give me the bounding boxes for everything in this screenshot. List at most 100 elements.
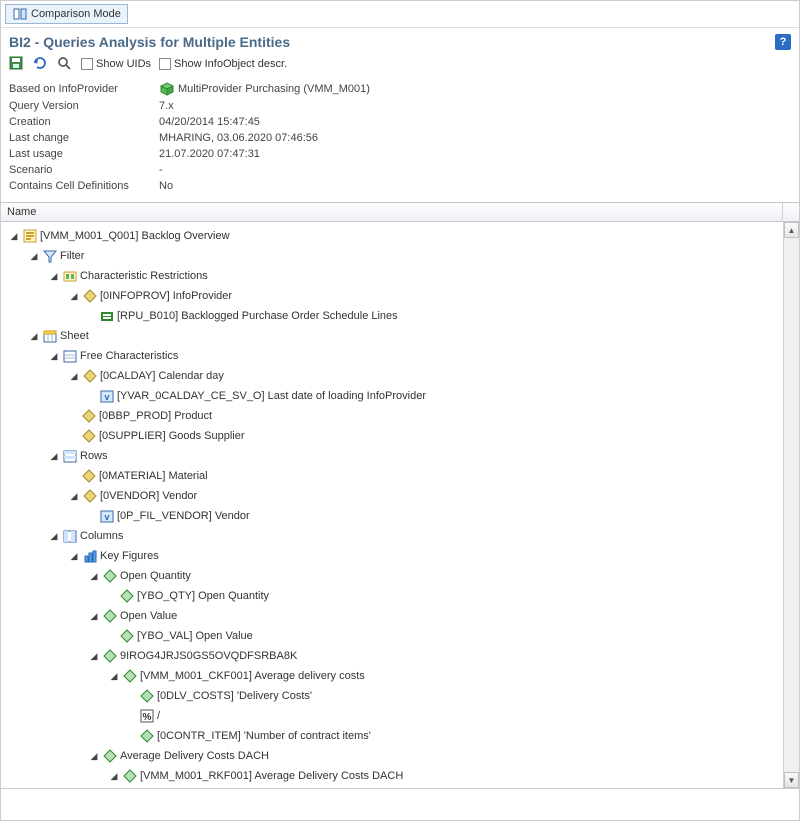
meta-label: Scenario	[9, 164, 159, 176]
key-figure-icon	[139, 729, 154, 743]
collapse-icon[interactable]: ◢	[69, 291, 79, 301]
tree-node[interactable]: [YBO_QTY] Open Quantity	[1, 586, 799, 606]
meta-label: Last usage	[9, 148, 159, 160]
show-infoobject-label: Show InfoObject descr.	[174, 58, 287, 70]
tree-label: [0DLV_COSTS] 'Delivery Costs'	[157, 690, 312, 702]
tree-node[interactable]: [RPU_B010] Backlogged Purchase Order Sch…	[1, 306, 799, 326]
show-infoobject-checkbox[interactable]: Show InfoObject descr.	[159, 58, 287, 70]
tree-node[interactable]: [YBO_VAL] Open Value	[1, 626, 799, 646]
show-uids-checkbox[interactable]: Show UIDs	[81, 58, 151, 70]
columns-icon	[62, 529, 77, 543]
collapse-icon[interactable]: ◢	[49, 451, 59, 461]
formula-icon	[139, 709, 154, 723]
variable-icon	[99, 389, 114, 403]
collapse-icon[interactable]: ◢	[89, 571, 99, 581]
tree-node[interactable]: ◢ Free Characteristics	[1, 346, 799, 366]
page-title: BI2 - Queries Analysis for Multiple Enti…	[9, 34, 290, 50]
collapse-icon[interactable]: ◢	[89, 611, 99, 621]
collapse-icon[interactable]: ◢	[49, 271, 59, 281]
tree-label: Open Value	[120, 610, 177, 622]
meta-value: 04/20/2014 15:47:45	[159, 116, 260, 128]
key-figure-icon	[119, 589, 134, 603]
query-icon	[22, 229, 37, 243]
query-tree: ◢[VMM_M001_Q001] Backlog Overview ◢Filte…	[1, 222, 799, 788]
tree-node[interactable]: ◢[0VENDOR] Vendor	[1, 486, 799, 506]
tree-node[interactable]: [0P_FIL_VENDOR] Vendor	[1, 506, 799, 526]
tree-node[interactable]: [YVAR_0CALDAY_CE_SV_O] Last date of load…	[1, 386, 799, 406]
tree-node[interactable]: [0MATERIAL] Material	[1, 466, 799, 486]
tree-node[interactable]: [0CONTR_ITEM] 'Number of contract items'	[1, 726, 799, 746]
filter-icon	[42, 249, 57, 263]
tree-label: [0BBP_PROD] Product	[99, 410, 212, 422]
tree-node[interactable]: ◢[0INFOPROV] InfoProvider	[1, 286, 799, 306]
tree-node[interactable]: ◢ Open Quantity	[1, 566, 799, 586]
tree-node-columns[interactable]: ◢Columns	[1, 526, 799, 546]
key-figure-icon	[122, 769, 137, 783]
vertical-scrollbar[interactable]: ▲ ▼	[783, 222, 799, 788]
characteristic-icon	[82, 489, 97, 503]
collapse-icon[interactable]: ◢	[49, 351, 59, 361]
tree-label: Filter	[60, 250, 84, 262]
tree-node[interactable]: ◢[VMM_M001_RKF001] Average Delivery Cost…	[1, 766, 799, 786]
tree-label: Free Characteristics	[80, 350, 178, 362]
meta-value: MultiProvider Purchasing (VMM_M001)	[178, 83, 370, 95]
tree-node[interactable]: ◢ Average Delivery Costs DACH	[1, 746, 799, 766]
collapse-icon[interactable]: ◢	[49, 531, 59, 541]
search-icon[interactable]	[57, 56, 73, 72]
tree-node[interactable]: ◢ 9IROG4JRJS0GS5OVQDFSRBA8K	[1, 646, 799, 666]
tree-label: [YBO_QTY] Open Quantity	[137, 590, 269, 602]
collapse-icon[interactable]: ◢	[89, 651, 99, 661]
tree-label: Characteristic Restrictions	[80, 270, 208, 282]
collapse-icon[interactable]: ◢	[9, 231, 19, 241]
help-button[interactable]: ?	[775, 34, 791, 50]
collapse-icon[interactable]: ◢	[109, 771, 119, 781]
meta-value: 7.x	[159, 100, 174, 112]
rows-icon	[62, 449, 77, 463]
column-header-name[interactable]: Name	[1, 203, 783, 221]
collapse-icon[interactable]: ◢	[69, 491, 79, 501]
tree-node-rows[interactable]: ◢Rows	[1, 446, 799, 466]
key-figure-icon	[102, 749, 117, 763]
collapse-icon[interactable]: ◢	[29, 251, 39, 261]
tree-node[interactable]: [0SUPPLIER] Goods Supplier	[1, 426, 799, 446]
tree-node[interactable]: ◢ Characteristic Restrictions	[1, 266, 799, 286]
refresh-icon[interactable]	[33, 56, 49, 72]
tree-node[interactable]: [0BBP_PROD] Product	[1, 406, 799, 426]
collapse-icon[interactable]: ◢	[69, 551, 79, 561]
scroll-up-icon[interactable]: ▲	[784, 222, 799, 238]
save-icon[interactable]	[9, 56, 25, 72]
tree-node[interactable]: ◢ [0CALDAY] Calendar day	[1, 366, 799, 386]
key-figure-icon	[102, 569, 117, 583]
meta-label: Query Version	[9, 100, 159, 112]
collapse-icon[interactable]: ◢	[29, 331, 39, 341]
tree-node-query[interactable]: ◢ [VMM_M001_Q001] Backlog Overview	[1, 226, 799, 246]
tree-label: [0CALDAY] Calendar day	[100, 370, 224, 382]
tree-label: Open Quantity	[120, 570, 191, 582]
key-figure-icon	[119, 629, 134, 643]
collapse-icon[interactable]: ◢	[89, 751, 99, 761]
scroll-down-icon[interactable]: ▼	[784, 772, 799, 788]
tree-node[interactable]: [0DLV_COSTS] 'Delivery Costs'	[1, 686, 799, 706]
meta-label: Creation	[9, 116, 159, 128]
tree-label: 9IROG4JRJS0GS5OVQDFSRBA8K	[120, 650, 297, 662]
tree-label: Key Figures	[100, 550, 159, 562]
tree-node[interactable]: ◢ Open Value	[1, 606, 799, 626]
characteristic-icon	[81, 469, 96, 483]
tree-node[interactable]: ◢[VMM_M001_CKF001] Average delivery cost…	[1, 666, 799, 686]
collapse-icon[interactable]: ◢	[69, 371, 79, 381]
tree-label: Average Delivery Costs DACH	[120, 750, 269, 762]
key-figure-icon	[102, 609, 117, 623]
key-figure-icon	[139, 689, 154, 703]
tree-label: [YBO_VAL] Open Value	[137, 630, 253, 642]
tree-node[interactable]: ◢ Key Figures	[1, 546, 799, 566]
tree-label: [VMM_M001_Q001] Backlog Overview	[40, 230, 230, 242]
sheet-icon	[42, 329, 57, 343]
tree-node[interactable]: /	[1, 706, 799, 726]
collapse-icon[interactable]: ◢	[109, 671, 119, 681]
characteristic-icon	[81, 429, 96, 443]
comparison-mode-button[interactable]: Comparison Mode	[5, 4, 128, 24]
tree-label: [0SUPPLIER] Goods Supplier	[99, 430, 245, 442]
meta-label: Based on InfoProvider	[9, 83, 159, 95]
tree-node-sheet[interactable]: ◢Sheet	[1, 326, 799, 346]
tree-node-filter[interactable]: ◢ Filter	[1, 246, 799, 266]
